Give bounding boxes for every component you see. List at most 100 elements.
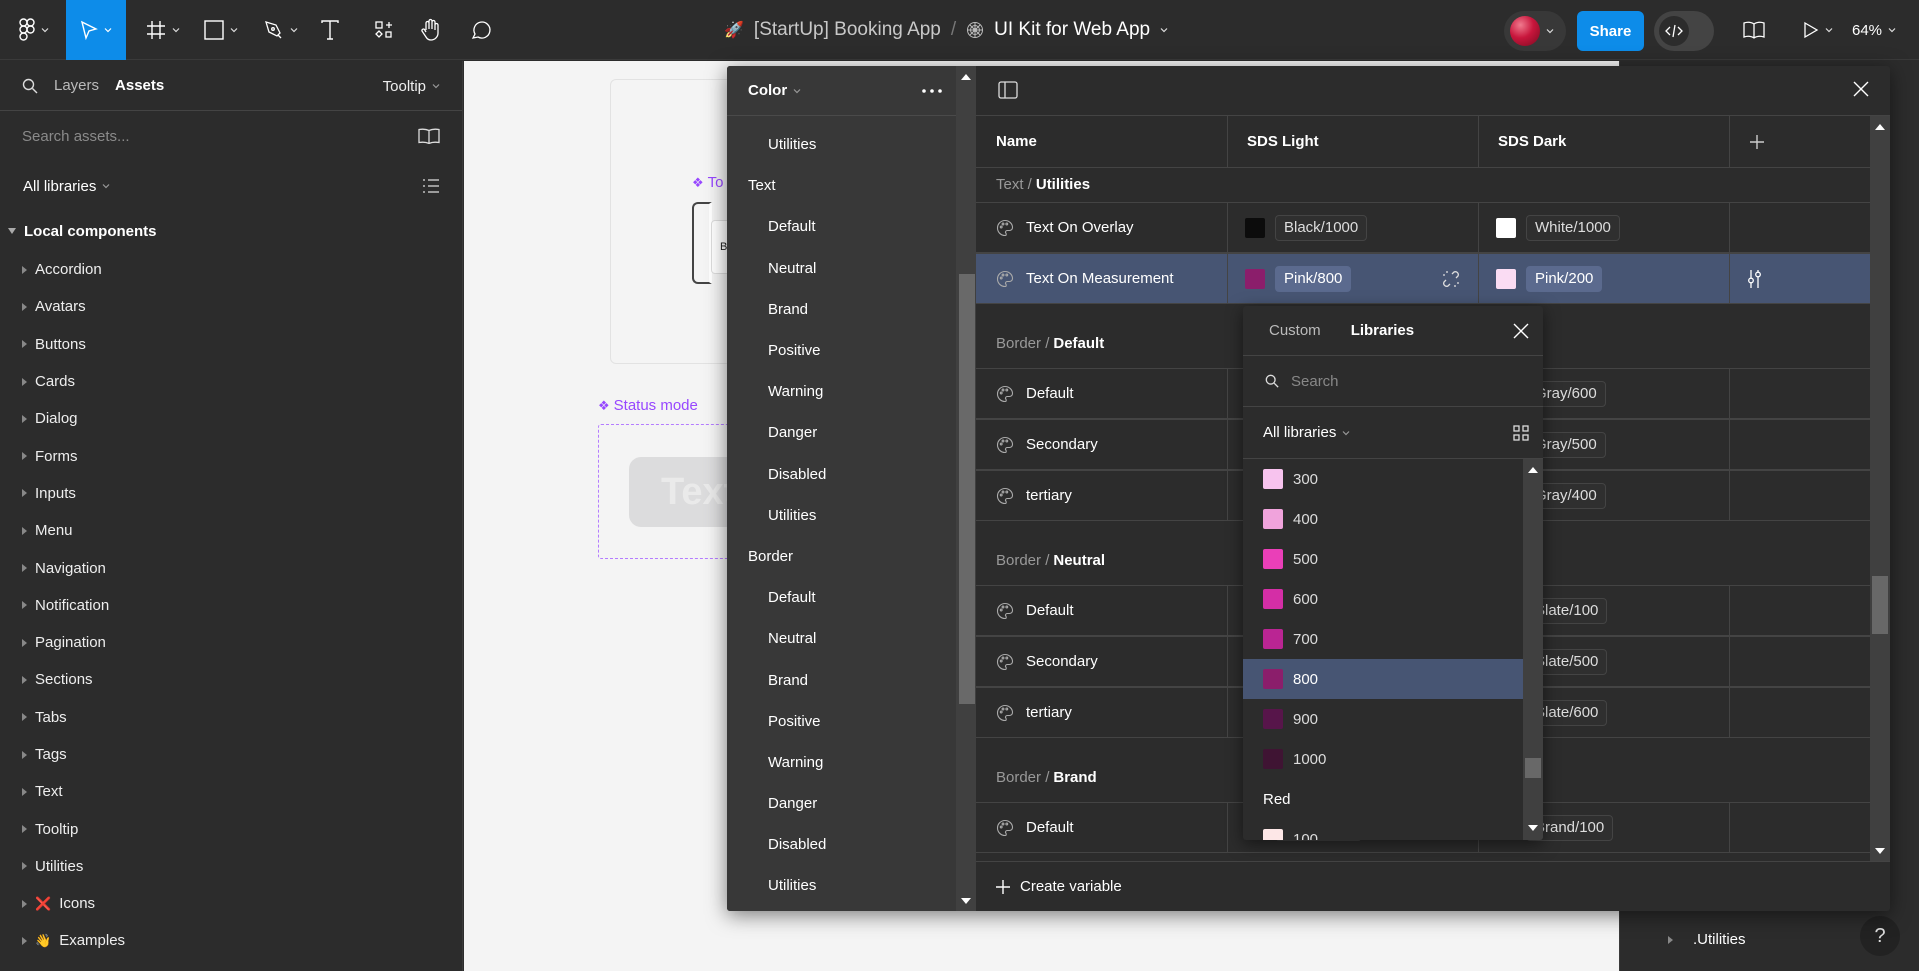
component-group-item[interactable]: Notification — [0, 587, 462, 624]
component-group-item[interactable]: Pagination — [0, 624, 462, 661]
column-header-mode-dark[interactable]: SDS Dark — [1478, 116, 1729, 168]
group-item[interactable]: Warning — [727, 742, 956, 783]
main-menu-button[interactable] — [14, 0, 54, 60]
library-filter[interactable]: All libraries — [0, 161, 462, 211]
variable-value-cell-dark[interactable]: Pink/200 — [1496, 254, 1603, 303]
group-item[interactable]: Text — [727, 165, 956, 206]
alias-pill[interactable]: Pink/200 — [1526, 265, 1603, 292]
tab-custom[interactable]: Custom — [1269, 322, 1321, 339]
list-view-icon[interactable] — [422, 178, 440, 194]
variable-name-cell[interactable]: Secondary — [996, 420, 1098, 469]
color-option[interactable]: 100 — [1243, 819, 1523, 840]
group-item[interactable]: Utilities — [727, 124, 956, 165]
scroll-down-arrow[interactable] — [1875, 848, 1885, 854]
group-item[interactable]: Danger — [727, 783, 956, 824]
layer-item[interactable]: .Utilities — [1668, 931, 1746, 948]
groups-scrollbar[interactable] — [956, 66, 976, 911]
component-group-item[interactable]: Menu — [0, 512, 462, 549]
component-group-item[interactable]: Cards — [0, 363, 462, 400]
group-item[interactable]: Border — [727, 536, 956, 577]
move-tool-button[interactable] — [66, 0, 126, 60]
frame-tool-button[interactable] — [140, 0, 186, 60]
comment-tool-button[interactable] — [468, 0, 494, 60]
group-item[interactable]: Brand — [727, 659, 956, 700]
picker-scrollbar[interactable] — [1523, 459, 1543, 840]
variables-scrollbar[interactable] — [1870, 116, 1890, 861]
tab-assets[interactable]: Assets — [115, 77, 164, 94]
group-item[interactable]: Utilities — [727, 495, 956, 536]
scroll-up-arrow[interactable] — [1528, 467, 1538, 473]
color-option[interactable]: 600 — [1243, 579, 1523, 619]
user-menu-button[interactable] — [1504, 11, 1566, 51]
component-group-item[interactable]: Forms — [0, 437, 462, 474]
variable-name-cell[interactable]: tertiary — [996, 688, 1072, 737]
component-group-item[interactable]: Avatars — [0, 288, 462, 325]
color-search-input[interactable]: Search — [1243, 356, 1543, 407]
collection-dropdown[interactable]: Color — [748, 82, 801, 99]
local-components-header[interactable]: Local components — [0, 211, 462, 251]
component-group-item[interactable]: Sections — [0, 661, 462, 698]
color-option[interactable]: 900 — [1243, 699, 1523, 739]
component-group-item[interactable]: Buttons — [0, 326, 462, 363]
group-item[interactable]: Default — [727, 206, 956, 247]
component-group-item[interactable]: 👋 Examples — [0, 922, 462, 959]
group-item[interactable]: Warning — [727, 371, 956, 412]
dev-mode-toggle[interactable] — [1654, 11, 1714, 51]
scroll-up-arrow[interactable] — [961, 74, 971, 80]
chevron-down-icon[interactable] — [1160, 26, 1168, 34]
variable-value-cell-light[interactable]: Black/1000 — [1245, 203, 1368, 252]
color-option[interactable]: 1000 — [1243, 739, 1523, 779]
library-filter[interactable]: All libraries — [1263, 424, 1350, 441]
variable-name-cell[interactable]: tertiary — [996, 471, 1072, 520]
text-tool-button[interactable] — [318, 0, 342, 60]
alias-pill[interactable]: Black/1000 — [1275, 214, 1368, 241]
scrollbar-thumb[interactable] — [1525, 758, 1541, 778]
shape-tool-button[interactable] — [200, 0, 242, 60]
scroll-up-arrow[interactable] — [1875, 124, 1885, 130]
color-swatch[interactable] — [1496, 217, 1516, 238]
page-selector[interactable]: Tooltip — [383, 61, 440, 111]
group-item[interactable]: Disabled — [727, 454, 956, 495]
variable-name-cell[interactable]: Default — [996, 586, 1074, 635]
file-name[interactable]: UI Kit for Web App — [994, 19, 1150, 41]
group-item[interactable]: Positive — [727, 701, 956, 742]
scrollbar-thumb[interactable] — [1872, 576, 1888, 634]
group-item[interactable]: Disabled — [727, 824, 956, 865]
variable-name-cell[interactable]: Text On Overlay — [996, 203, 1134, 252]
group-item[interactable]: Default — [727, 577, 956, 618]
variable-value-cell-light[interactable]: Pink/800 — [1245, 254, 1352, 303]
project-name-link[interactable]: [StartUp] Booking App — [754, 19, 941, 41]
more-options-icon[interactable] — [922, 88, 942, 93]
scroll-down-arrow[interactable] — [961, 898, 971, 904]
component-group-item[interactable]: ❌ Icons — [0, 885, 462, 922]
group-item[interactable]: Utilities — [727, 865, 956, 906]
component-group-item[interactable]: Utilities — [0, 848, 462, 885]
column-header-mode-light[interactable]: SDS Light — [1227, 116, 1478, 168]
variable-value-cell-dark[interactable]: White/1000 — [1496, 203, 1620, 252]
add-mode-button[interactable] — [1729, 116, 1870, 168]
component-label[interactable]: ❖ Status mode — [598, 397, 698, 414]
component-group-item[interactable]: Tabs — [0, 699, 462, 736]
component-group-item[interactable]: Inputs — [0, 475, 462, 512]
detach-alias-icon[interactable] — [1441, 269, 1461, 289]
color-option[interactable]: 300 — [1243, 459, 1523, 499]
variable-name-cell[interactable]: Default — [996, 803, 1074, 852]
resources-button[interactable] — [372, 0, 396, 60]
color-option[interactable]: 800 — [1243, 659, 1523, 699]
close-icon[interactable] — [1853, 81, 1869, 97]
component-group-item[interactable]: Dialog — [0, 400, 462, 437]
variable-row[interactable]: Text On Measurement Pink/800 Pink/200 — [976, 253, 1870, 304]
group-item[interactable]: Positive — [727, 330, 956, 371]
edit-variable-icon[interactable] — [1746, 269, 1764, 289]
help-button[interactable]: ? — [1860, 916, 1900, 956]
alias-pill[interactable]: White/1000 — [1526, 214, 1620, 241]
hand-tool-button[interactable] — [418, 0, 444, 60]
sidebar-toggle-icon[interactable] — [998, 81, 1018, 99]
variable-row[interactable]: Text On Overlay Black/1000 White/1000 — [976, 202, 1870, 253]
close-icon[interactable] — [1513, 323, 1529, 339]
present-button[interactable] — [1800, 0, 1836, 60]
color-option[interactable]: 500 — [1243, 539, 1523, 579]
component-label[interactable]: ❖ To — [692, 174, 724, 191]
scroll-down-arrow[interactable] — [1528, 825, 1538, 831]
zoom-dropdown[interactable]: 64% — [1852, 0, 1896, 60]
